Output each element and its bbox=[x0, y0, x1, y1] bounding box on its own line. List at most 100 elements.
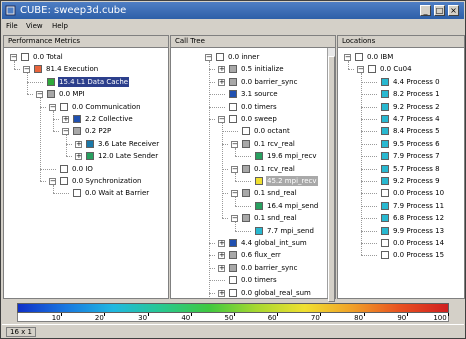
collapse-icon[interactable]: − bbox=[10, 54, 17, 61]
tree-row[interactable]: 16.4 mpi_send bbox=[171, 201, 335, 211]
collapse-icon[interactable]: − bbox=[344, 54, 351, 61]
metrics-tree[interactable]: −0.0 Total −81.4 Execution 15.4 L1 Data Ca… bbox=[4, 48, 168, 298]
scrollbar-thumb[interactable] bbox=[328, 56, 335, 302]
tree-row[interactable]: 9.2 Process 2 bbox=[338, 102, 464, 112]
menu-file[interactable]: File bbox=[6, 21, 18, 32]
maximize-button[interactable]: □ bbox=[434, 5, 445, 16]
collapse-icon[interactable]: − bbox=[62, 128, 69, 136]
collapse-icon[interactable]: − bbox=[23, 66, 30, 74]
call-tree[interactable]: −0.0 inner +0.5 initialize +0.0 barrier_sy… bbox=[171, 48, 335, 298]
status-bar: 16 x 1 bbox=[2, 324, 464, 338]
tree-row-label: 0.0 MPI bbox=[59, 90, 85, 99]
tree-row[interactable]: − 0.2 P2P bbox=[4, 126, 168, 136]
tree-row[interactable]: +12.0 Late Sender bbox=[4, 151, 168, 161]
tree-row[interactable]: 5.7 Process 8 bbox=[338, 164, 464, 174]
menu-view[interactable]: View bbox=[26, 21, 43, 32]
collapse-icon[interactable]: − bbox=[205, 54, 212, 61]
tree-row[interactable]: +0.6 flux_err bbox=[171, 250, 335, 260]
tree-row-label: 0.0 Communication bbox=[72, 102, 141, 111]
tree-row-label: 9.2 Process 2 bbox=[393, 102, 440, 111]
tree-row[interactable]: − 0.1 rcv_real bbox=[171, 164, 335, 174]
tree-row[interactable]: 0.0 octant bbox=[171, 126, 335, 136]
tree-row[interactable]: − 0.0 sweep bbox=[171, 114, 335, 124]
tree-row[interactable]: 4.4 Process 0 bbox=[338, 77, 464, 87]
collapse-icon[interactable]: − bbox=[49, 178, 56, 185]
tree-row[interactable]: +0.0 barrier_sync bbox=[171, 263, 335, 273]
expand-icon[interactable]: + bbox=[75, 140, 82, 148]
tree-row[interactable]: − 0.1 snd_real bbox=[171, 213, 335, 223]
tree-row[interactable]: 8.2 Process 1 bbox=[338, 89, 464, 99]
locations-tree[interactable]: −0.0 IBM −0.0 Cu04 4.4 Process 0 8.2 Proces… bbox=[338, 48, 464, 298]
tree-row[interactable]: 0.0 Process 14 bbox=[338, 238, 464, 248]
tree-row[interactable]: − 0.0 inner bbox=[171, 52, 335, 62]
close-button[interactable]: × bbox=[448, 5, 459, 16]
tree-row[interactable]: − 0.0 Communication bbox=[4, 102, 168, 112]
scale-tick bbox=[363, 313, 365, 316]
expand-icon[interactable]: + bbox=[218, 252, 225, 260]
title-bar[interactable]: CUBE: sweep3d.cube _ □ × bbox=[2, 2, 464, 19]
tree-row[interactable]: − 81.4 Execution bbox=[4, 64, 168, 74]
tree-row[interactable]: 7.9 Process 7 bbox=[338, 151, 464, 161]
collapse-icon[interactable]: − bbox=[231, 140, 238, 148]
menu-help[interactable]: Help bbox=[52, 21, 68, 32]
expand-icon[interactable]: + bbox=[218, 66, 225, 74]
tree-row[interactable]: 0.0 timers bbox=[171, 102, 335, 112]
tree-row[interactable]: − 0.0 Total bbox=[4, 52, 168, 62]
expand-icon[interactable]: + bbox=[218, 240, 225, 247]
tree-row[interactable]: +0.0 global_real_sum bbox=[171, 288, 335, 298]
severity-color-icon bbox=[86, 139, 94, 148]
tree-row[interactable]: 9.5 Process 6 bbox=[338, 139, 464, 149]
call-tree-scrollbar[interactable] bbox=[327, 48, 335, 302]
tree-row[interactable]: 0.0 Process 15 bbox=[338, 250, 464, 260]
collapse-icon[interactable]: − bbox=[231, 190, 238, 198]
tree-row[interactable]: − 0.1 rcv_real bbox=[171, 139, 335, 149]
tree-row[interactable]: 7.7 mpi_send bbox=[171, 226, 335, 236]
minimize-button[interactable]: _ bbox=[420, 5, 431, 16]
tree-row[interactable]: − 0.0 IBM bbox=[338, 52, 464, 62]
performance-metrics-header[interactable]: Performance Metrics bbox=[4, 36, 168, 48]
locations-header[interactable]: Locations bbox=[338, 36, 464, 48]
tree-row[interactable]: − 0.0 MPI bbox=[4, 89, 168, 99]
tree-row[interactable]: 9.2 Process 9 bbox=[338, 176, 464, 186]
tree-row[interactable]: 0.0 IO bbox=[4, 164, 168, 174]
severity-color-icon bbox=[229, 65, 237, 74]
expand-icon[interactable]: + bbox=[218, 78, 225, 86]
scale-tick-label: 50 bbox=[224, 314, 234, 322]
tree-row[interactable]: − 0.1 snd_real bbox=[171, 188, 335, 198]
performance-metrics-pane: Performance Metrics −0.0 Total −81.4 Exec… bbox=[3, 35, 169, 299]
collapse-icon[interactable]: − bbox=[36, 91, 43, 99]
minimize-icon: _ bbox=[423, 6, 428, 15]
severity-color-icon bbox=[255, 152, 263, 161]
tree-row[interactable]: 7.9 Process 11 bbox=[338, 201, 464, 211]
tree-row[interactable]: 0.0 Wait at Barrier bbox=[4, 188, 168, 198]
tree-row[interactable]: 19.6 mpi_recv bbox=[171, 151, 335, 161]
tree-row[interactable]: 8.4 Process 5 bbox=[338, 126, 464, 136]
tree-row[interactable]: +2.2 Collective bbox=[4, 114, 168, 124]
tree-row[interactable]: − 0.0 Cu04 bbox=[338, 64, 464, 74]
tree-row[interactable]: 15.4 L1 Data Cache bbox=[4, 76, 168, 87]
tree-row[interactable]: 0.0 timers bbox=[171, 275, 335, 285]
expand-icon[interactable]: + bbox=[218, 289, 225, 297]
tree-row[interactable]: 9.9 Process 13 bbox=[338, 226, 464, 236]
collapse-icon[interactable]: − bbox=[357, 66, 364, 74]
tree-row[interactable]: +3.6 Late Receiver bbox=[4, 139, 168, 149]
tree-row-label: 0.2 P2P bbox=[85, 127, 112, 136]
tree-row[interactable]: 4.7 Process 4 bbox=[338, 114, 464, 124]
expand-icon[interactable]: + bbox=[218, 264, 225, 272]
tree-row[interactable]: − 0.0 Synchronization bbox=[4, 176, 168, 186]
call-tree-header[interactable]: Call Tree bbox=[171, 36, 335, 48]
tree-row[interactable]: +0.5 initialize bbox=[171, 64, 335, 74]
expand-icon[interactable]: + bbox=[62, 116, 69, 123]
tree-row[interactable]: 0.0 Process 10 bbox=[338, 188, 464, 198]
collapse-icon[interactable]: − bbox=[231, 165, 238, 173]
tree-row[interactable]: 6.8 Process 12 bbox=[338, 213, 464, 223]
collapse-icon[interactable]: − bbox=[231, 215, 238, 223]
tree-row[interactable]: 3.1 source bbox=[171, 89, 335, 99]
tree-row-label: 0.0 global_real_sum bbox=[241, 288, 311, 297]
tree-row[interactable]: +4.4 global_int_sum bbox=[171, 238, 335, 248]
collapse-icon[interactable]: − bbox=[218, 116, 225, 123]
expand-icon[interactable]: + bbox=[75, 153, 82, 161]
tree-row[interactable]: +0.0 barrier_sync bbox=[171, 77, 335, 87]
tree-row[interactable]: 45.2 mpi_recv bbox=[171, 176, 335, 186]
collapse-icon[interactable]: − bbox=[49, 103, 56, 111]
